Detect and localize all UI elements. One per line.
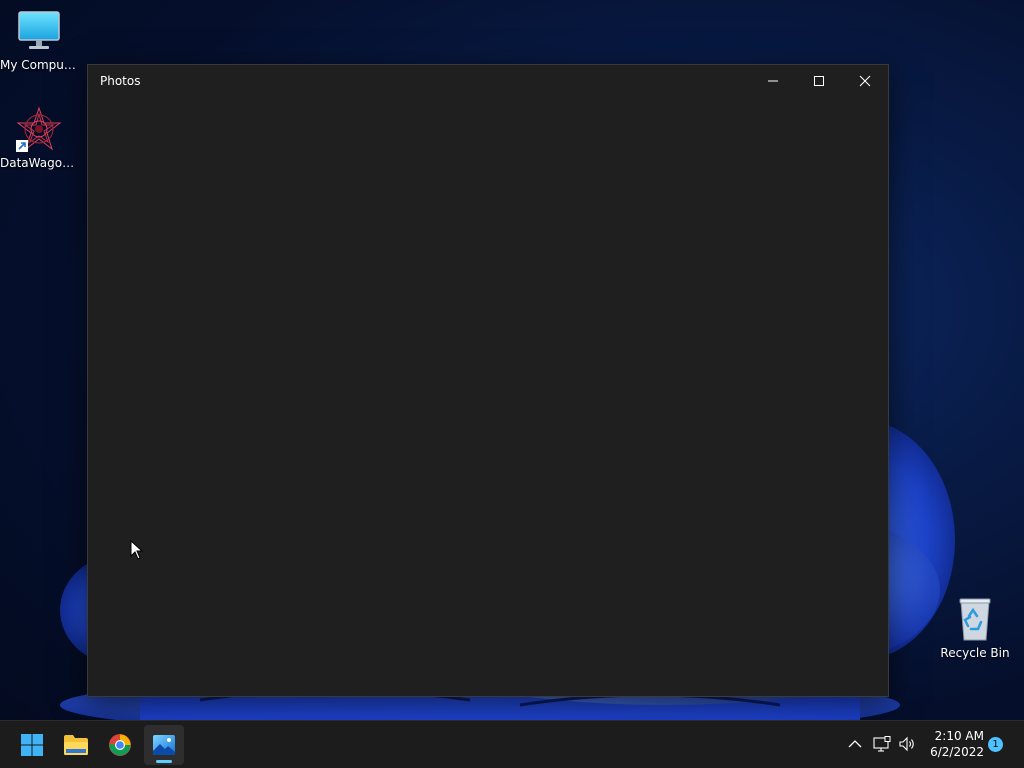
show-hidden-icons-button[interactable] (844, 733, 866, 755)
taskbar-chrome[interactable] (100, 725, 140, 765)
volume-icon (899, 736, 914, 752)
photos-window[interactable]: Photos (87, 64, 889, 697)
recycle-bin-icon (951, 596, 999, 644)
taskbar-clock[interactable]: 2:10 AM 6/2/2022 (930, 728, 984, 760)
desktop-icon-label: My Computer (0, 58, 78, 72)
window-content-area[interactable] (88, 97, 888, 696)
clock-time: 2:10 AM (934, 729, 984, 743)
photos-icon (153, 735, 175, 755)
network-button[interactable] (871, 733, 893, 755)
minimize-button[interactable] (750, 65, 796, 97)
desktop-icon-label: Recycle Bin (940, 646, 1010, 660)
window-title: Photos (100, 74, 141, 88)
windows-start-icon (21, 734, 43, 756)
desktop-icon-datawagon[interactable]: DataWagon... (0, 106, 78, 170)
clock-date: 6/2/2022 (930, 745, 984, 759)
taskbar: 2:10 AM 6/2/2022 1 (0, 720, 1024, 768)
close-button[interactable] (842, 65, 888, 97)
taskbar-start-button[interactable] (12, 725, 52, 765)
desktop-icon-my-computer[interactable]: My Computer (0, 8, 78, 72)
maximize-button[interactable] (796, 65, 842, 97)
folder-icon (64, 735, 88, 755)
mouse-cursor-icon (130, 540, 144, 560)
active-app-indicator (156, 760, 172, 763)
notification-badge[interactable]: 1 (988, 737, 1003, 752)
volume-button[interactable] (896, 733, 918, 755)
datawagon-app-icon (15, 106, 63, 154)
chevron-up-icon (848, 740, 862, 748)
taskbar-photos[interactable] (144, 725, 184, 765)
network-icon (873, 736, 891, 752)
chrome-icon (109, 734, 131, 756)
desktop-icon-label: DataWagon... (0, 156, 78, 170)
desktop-icon-recycle-bin[interactable]: Recycle Bin (936, 596, 1014, 660)
monitor-icon (15, 8, 63, 56)
desktop: My Computer DataWagon... Recycle Bin Pho… (0, 0, 1024, 768)
close-icon (859, 75, 871, 87)
taskbar-file-explorer[interactable] (56, 725, 96, 765)
maximize-icon (814, 76, 824, 86)
window-titlebar[interactable]: Photos (88, 65, 888, 97)
minimize-icon (768, 80, 778, 82)
